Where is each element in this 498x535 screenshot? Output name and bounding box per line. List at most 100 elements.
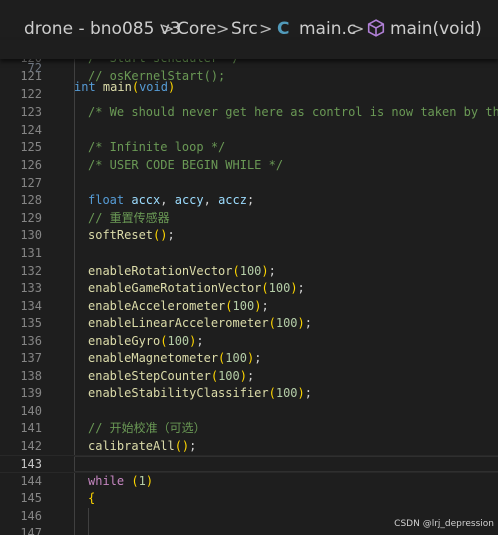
function-call: enableStepCounter [88, 369, 211, 383]
code-line: 144 while (1) [0, 473, 498, 491]
function-call: enableAccelerometer [88, 299, 226, 313]
symbol-method-icon [367, 18, 385, 40]
chevron-right-icon: > [259, 19, 273, 38]
code-line: 125 /* Infinite loop */ [0, 139, 498, 157]
breadcrumb-src[interactable]: Src [231, 18, 258, 40]
code-line: 137 enableMagnetometer(100); [0, 350, 498, 368]
code-line: 132 enableRotationVector(100); [0, 263, 498, 281]
comment: /* Start scheduler */ [88, 59, 240, 68]
line-number: 131 [20, 246, 42, 260]
keyword: int [74, 80, 96, 94]
code-line: 141 // 开始校准（可选） [0, 420, 498, 438]
code-line: 135 enableLinearAccelerometer(100); [0, 315, 498, 333]
function-call: enableStabilityClassifier [88, 386, 269, 400]
code-line: 126 /* USER CODE BEGIN WHILE */ [0, 157, 498, 175]
line-number: 126 [20, 158, 42, 172]
indent-guide [88, 508, 89, 535]
breadcrumb: drone - bno085 v3 > Core > Src > C main.… [0, 0, 498, 40]
watermark: CSDN @lrj_depression [394, 519, 494, 529]
comment: /* Infinite loop */ [88, 140, 226, 154]
variable: accy [174, 193, 204, 207]
function-call: calibrateAll [88, 439, 175, 453]
code-line: 134 enableAccelerometer(100); [0, 298, 498, 316]
line-number: 144 [20, 474, 42, 488]
line-number: 140 [20, 404, 42, 418]
line-number: 124 [20, 123, 42, 137]
breadcrumb-folder[interactable]: drone - bno085 v3 [24, 18, 181, 40]
function-call: enableMagnetometer [88, 351, 219, 365]
code-line: 145 { [0, 490, 498, 508]
chevron-right-icon: > [351, 19, 365, 38]
sticky-scroll-header[interactable]: 72 int main(void) [0, 40, 498, 94]
line-number: 143 [20, 457, 42, 471]
code-line: 142 calibrateAll(); [0, 438, 498, 456]
line-number: 127 [20, 176, 42, 190]
chevron-right-icon: > [161, 19, 175, 38]
brace: { [88, 491, 96, 505]
function-name: main [102, 80, 132, 94]
number-literal: 100 [167, 334, 190, 348]
paren: ( [131, 80, 140, 94]
line-number: 132 [20, 264, 42, 278]
function-call: enableLinearAccelerometer [88, 316, 269, 330]
line-number: 133 [20, 281, 42, 295]
line-number: 145 [20, 491, 42, 505]
code-line: 120/* Start scheduler */ [0, 59, 498, 68]
variable: accx [131, 193, 161, 207]
line-number: 141 [20, 421, 42, 435]
line-number: 134 [20, 299, 42, 313]
comment: // 开始校准（可选） [88, 421, 206, 435]
function-call: enableGameRotationVector [88, 281, 262, 295]
number-literal: 100 [268, 281, 291, 295]
number-literal: 100 [275, 386, 298, 400]
breadcrumb-file[interactable]: main.c [299, 18, 356, 40]
code-line: 127 [0, 175, 498, 193]
breadcrumb-symbol[interactable]: main(void) [390, 18, 482, 40]
number-literal: 1 [138, 474, 146, 488]
code-line: 124 [0, 122, 498, 140]
line-number: 147 [20, 526, 42, 535]
line-number: 146 [20, 509, 42, 523]
line-number: 125 [20, 140, 42, 154]
comment: /* USER CODE BEGIN WHILE */ [88, 158, 284, 172]
line-number: 135 [20, 316, 42, 330]
keyword: float [88, 193, 125, 207]
code-line: 138 enableStepCounter(100); [0, 368, 498, 386]
number-literal: 100 [225, 351, 247, 365]
chevron-right-icon: > [216, 19, 230, 38]
line-number: 129 [20, 211, 42, 225]
line-number: 138 [20, 369, 42, 383]
comment: // 重置传感器 [88, 211, 170, 225]
code-line: 136 enableGyro(100); [0, 333, 498, 351]
function-call: enableGyro [88, 334, 161, 348]
line-number: 142 [20, 439, 42, 453]
number-literal: 100 [275, 316, 298, 330]
code-line: 129 // 重置传感器 [0, 210, 498, 228]
code-line: 123/* We should never get here as contro… [0, 104, 498, 122]
current-line[interactable]: 143 [0, 455, 498, 473]
code-line: 133 enableGameRotationVector(100); [0, 280, 498, 298]
number-literal: 100 [218, 369, 240, 383]
line-number: 137 [20, 351, 42, 365]
line-number: 128 [20, 193, 42, 207]
function-call: enableRotationVector [88, 264, 233, 278]
function-call: softReset [88, 228, 154, 242]
code-line: 131 [0, 245, 498, 263]
code-line: 130 softReset(); [0, 227, 498, 245]
code-editor[interactable]: 120/* Start scheduler */ 121// osKernelS… [0, 59, 498, 535]
editor-window: drone - bno085 v3 > Core > Src > C main.… [0, 0, 498, 535]
line-number: 130 [20, 228, 42, 242]
variable: accz [218, 193, 247, 207]
paren: ) [167, 80, 176, 94]
line-number: 136 [20, 334, 42, 348]
comment: /* We should never get here as control i… [88, 105, 498, 119]
breadcrumb-core[interactable]: Core [177, 18, 216, 40]
code-line: 128 float accx, accy, accz; [0, 192, 498, 210]
number-literal: 100 [232, 299, 255, 313]
code-line: 140 [0, 403, 498, 421]
code-line: 139 enableStabilityClassifier(100); [0, 385, 498, 403]
keyword: while [88, 474, 125, 488]
keyword: void [139, 80, 168, 94]
number-literal: 100 [239, 264, 262, 278]
c-file-icon: C [277, 19, 290, 39]
